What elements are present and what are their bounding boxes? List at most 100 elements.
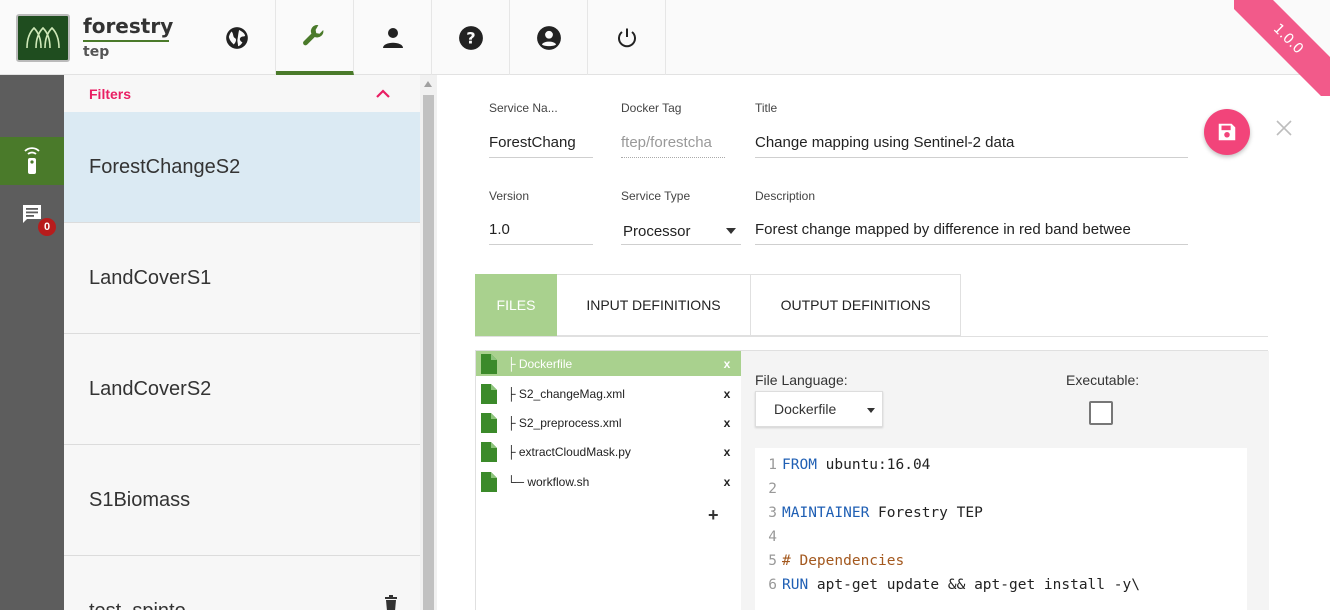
code-editor[interactable]: 1 FROM ubuntu:16.04 2 3 MAINTAINER Forestr…: [755, 448, 1247, 610]
service-item[interactable]: LandCoverS2: [64, 334, 420, 445]
power-icon: [617, 28, 636, 47]
code-line: 3 MAINTAINER Forestry TEP: [768, 505, 983, 521]
app: forestry tep ? 1.0.0 0 Filters ForestCha…: [0, 0, 1330, 610]
title-input[interactable]: Change mapping using Sentinel-2 data: [755, 128, 1188, 158]
file-icon: [481, 471, 497, 492]
code-line: 1 FROM ubuntu:16.04: [768, 457, 931, 473]
executable-label: Executable:: [1066, 372, 1140, 388]
file-language-select[interactable]: Dockerfile: [755, 391, 883, 427]
tab-output-definitions[interactable]: OUTPUT DEFINITIONS: [751, 274, 961, 336]
description-label: Description: [755, 189, 816, 203]
logo-underline: [83, 40, 169, 42]
close-button[interactable]: [1275, 119, 1293, 142]
help-icon: ?: [458, 25, 483, 50]
globe-icon: [225, 26, 248, 49]
rail-messages-button[interactable]: 0: [0, 190, 64, 238]
code-line: 4: [768, 529, 777, 545]
file-icon: [481, 412, 497, 433]
file-language-label: File Language:: [755, 372, 848, 388]
service-item-label: LandCoverS2: [89, 377, 212, 400]
service-name-label: Service Na...: [489, 101, 558, 115]
service-item[interactable]: test_spinto: [64, 556, 420, 610]
title-label: Title: [755, 101, 778, 115]
docker-tag-label: Docker Tag: [621, 101, 682, 115]
remove-file-button[interactable]: x: [712, 357, 742, 371]
version-field-label: Version: [489, 189, 530, 203]
file-name: └─ workflow.sh: [507, 474, 590, 489]
file-item[interactable]: ├ Dockerfile x: [476, 351, 742, 376]
code-line: 6 RUN apt-get update && apt-get install -…: [768, 577, 1140, 593]
floppy-disk-icon: [1218, 123, 1236, 141]
service-type-select[interactable]: Processor: [621, 215, 741, 245]
scroll-up-arrow-icon[interactable]: [424, 81, 432, 87]
service-item[interactable]: S1Biomass: [64, 445, 420, 556]
remove-file-button[interactable]: x: [712, 445, 742, 459]
remove-file-button[interactable]: x: [712, 475, 742, 489]
user-icon: [382, 27, 403, 48]
side-rail: 0: [0, 75, 64, 610]
caret-down-icon: [867, 408, 875, 413]
file-item[interactable]: ├ S2_changeMag.xml x: [476, 381, 742, 406]
service-item[interactable]: LandCoverS1: [64, 223, 420, 334]
executable-checkbox[interactable]: [1089, 401, 1113, 425]
save-button[interactable]: [1204, 109, 1250, 155]
files-panel: ├ Dockerfile x ├ S2_changeMag.xml x ├ S2…: [475, 350, 1269, 610]
file-name: ├ extractCloudMask.py: [507, 444, 631, 459]
file-icon: [481, 441, 497, 462]
version-input[interactable]: 1.0: [489, 215, 593, 245]
file-item[interactable]: ├ extractCloudMask.py x: [476, 439, 742, 464]
logo-main-text: forestry: [83, 14, 174, 38]
logo-icon[interactable]: [16, 14, 70, 62]
add-file-button[interactable]: +: [708, 505, 719, 526]
code-line: 2: [768, 481, 777, 497]
account-circle-icon: [536, 25, 561, 50]
filters-header[interactable]: Filters: [64, 75, 420, 112]
file-icon: [481, 383, 497, 404]
trash-icon[interactable]: [384, 595, 398, 610]
top-bar: forestry tep ? 1.0.0: [0, 0, 1330, 96]
remove-file-button[interactable]: x: [712, 387, 742, 401]
service-type-label: Service Type: [621, 189, 691, 203]
logo-wordmark: forestry tep: [83, 16, 183, 59]
service-item-label: S1Biomass: [89, 488, 191, 511]
tab-files[interactable]: FILES: [475, 274, 557, 336]
caret-down-icon[interactable]: [726, 228, 736, 234]
file-icon: [481, 353, 497, 374]
wrench-icon: [302, 24, 323, 45]
tab-input-definitions[interactable]: INPUT DEFINITIONS: [557, 274, 751, 336]
nav-logout-button[interactable]: [588, 0, 666, 75]
close-icon: [1276, 120, 1292, 136]
nav-explorer-button[interactable]: [198, 0, 276, 75]
service-name-input[interactable]: ForestChang: [489, 128, 593, 158]
filters-label: Filters: [89, 85, 132, 102]
tabs-divider: [475, 336, 1268, 337]
nav-profile-button[interactable]: [510, 0, 588, 75]
rail-services-button[interactable]: [0, 137, 64, 185]
service-item[interactable]: ForestChangeS2: [64, 112, 420, 223]
list-scrollbar[interactable]: [420, 75, 437, 610]
service-item-label: test_spinto: [89, 600, 186, 610]
chevron-up-icon[interactable]: [376, 88, 390, 99]
file-item[interactable]: ├ S2_preprocess.xml x: [476, 410, 742, 435]
remote-icon: [24, 147, 40, 174]
scroll-thumb[interactable]: [423, 95, 434, 610]
docker-tag-input[interactable]: ftep/forestcha: [621, 128, 725, 158]
code-line: 5 # Dependencies: [768, 553, 905, 569]
file-item[interactable]: └─ workflow.sh x: [476, 469, 742, 494]
file-language-value: Dockerfile: [774, 401, 837, 417]
service-list: Filters ForestChangeS2 LandCoverS1 LandC…: [64, 75, 420, 610]
definition-tabs: FILES INPUT DEFINITIONS OUTPUT DEFINITIO…: [475, 274, 961, 336]
nav-developer-button[interactable]: [276, 0, 354, 75]
svg-text:?: ?: [466, 28, 475, 47]
nav-help-button[interactable]: ?: [432, 0, 510, 75]
service-item-label: ForestChangeS2: [89, 155, 241, 178]
file-name: ├ S2_changeMag.xml: [507, 386, 625, 401]
file-name: ├ Dockerfile: [507, 356, 573, 371]
message-count-badge: 0: [38, 218, 56, 236]
description-input[interactable]: Forest change mapped by difference in re…: [755, 215, 1188, 245]
remove-file-button[interactable]: x: [712, 416, 742, 430]
logo-sub-text: tep: [83, 44, 110, 60]
service-editor: Service Na... ForestChang Docker Tag fte…: [437, 75, 1330, 610]
file-detail: File Language: Dockerfile Executable: 1F…: [741, 351, 1269, 610]
nav-account-button[interactable]: [354, 0, 432, 75]
